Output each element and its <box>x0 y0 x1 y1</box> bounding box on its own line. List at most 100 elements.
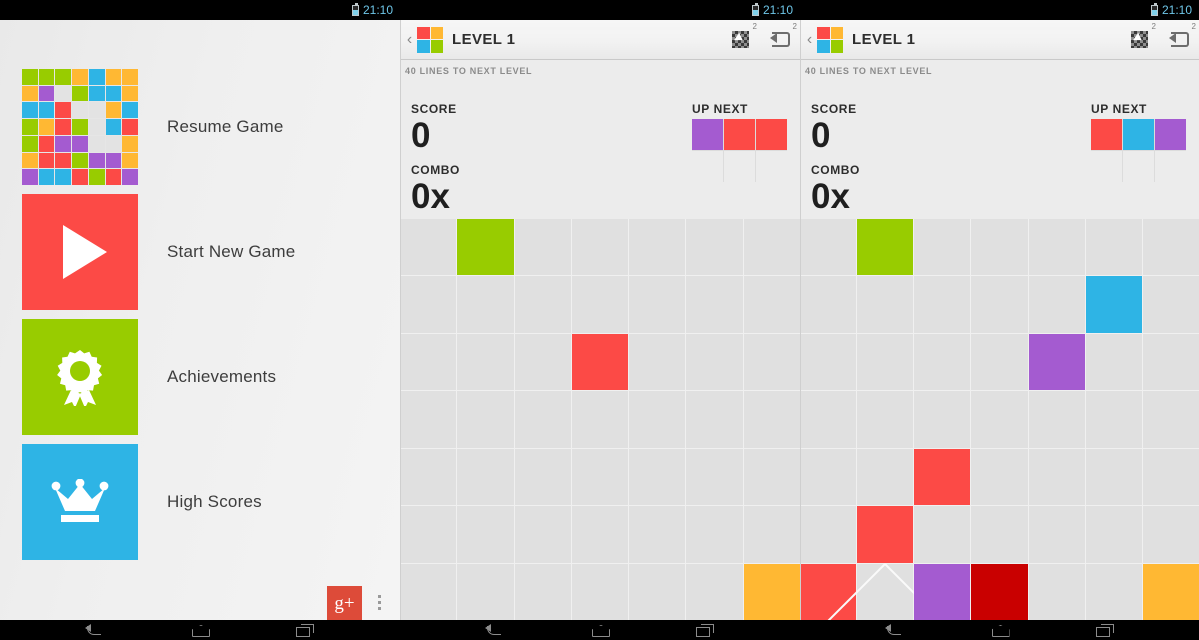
board-cell[interactable] <box>971 333 1028 391</box>
board-cell[interactable] <box>1028 219 1085 276</box>
board-cell[interactable] <box>514 333 571 391</box>
board-cell[interactable] <box>400 448 457 506</box>
board-cell[interactable] <box>514 563 571 620</box>
board-cell[interactable] <box>686 563 743 620</box>
board-cell[interactable] <box>743 219 800 276</box>
achievements-tile[interactable] <box>22 319 138 435</box>
home-icon[interactable] <box>990 623 1010 637</box>
board-cell[interactable] <box>743 333 800 391</box>
board-cell[interactable] <box>914 333 971 391</box>
board-cell[interactable] <box>743 563 800 620</box>
board-cell[interactable] <box>1028 333 1085 391</box>
high-scores-tile[interactable] <box>22 444 138 560</box>
board-cell[interactable] <box>743 448 800 506</box>
board-cell[interactable] <box>571 391 629 448</box>
board-cell[interactable] <box>800 506 857 563</box>
board-cell[interactable] <box>514 506 571 563</box>
back-chevron-icon[interactable]: ‹ <box>803 31 816 48</box>
board-cell[interactable] <box>1142 219 1199 276</box>
board-cell[interactable] <box>686 333 743 391</box>
board-cell[interactable] <box>514 276 571 333</box>
board-cell[interactable] <box>571 563 629 620</box>
back-icon[interactable] <box>884 623 905 637</box>
recents-icon[interactable] <box>295 623 315 637</box>
board-cell[interactable] <box>1028 448 1085 506</box>
board-cell[interactable] <box>914 219 971 276</box>
board-cell[interactable] <box>857 276 914 333</box>
board-cell[interactable] <box>857 391 914 448</box>
board-cell[interactable] <box>857 506 914 563</box>
board-cell[interactable] <box>971 448 1028 506</box>
board-cell[interactable] <box>629 563 686 620</box>
board-cell[interactable] <box>571 276 629 333</box>
board-cell[interactable] <box>1028 563 1085 620</box>
board-cell[interactable] <box>1142 506 1199 563</box>
board-cell[interactable] <box>1085 391 1142 448</box>
board-cell[interactable] <box>1085 333 1142 391</box>
resume-game-tile[interactable] <box>22 69 138 185</box>
board-cell[interactable] <box>743 391 800 448</box>
board-cell[interactable] <box>971 391 1028 448</box>
back-icon[interactable] <box>485 623 505 637</box>
board-cell[interactable] <box>1028 506 1085 563</box>
board-cell[interactable] <box>1085 276 1142 333</box>
board-cell[interactable] <box>629 391 686 448</box>
board-cell[interactable] <box>457 506 514 563</box>
board-cell[interactable] <box>1085 219 1142 276</box>
rotate-button[interactable]: 2 <box>760 20 800 60</box>
board-cell[interactable] <box>1085 506 1142 563</box>
start-new-game-tile[interactable] <box>22 194 138 310</box>
board-cell[interactable] <box>457 276 514 333</box>
board-cell[interactable] <box>1085 563 1142 620</box>
board-cell[interactable] <box>514 219 571 276</box>
home-icon[interactable] <box>190 623 210 637</box>
board-cell[interactable] <box>1028 276 1085 333</box>
board-cell[interactable] <box>971 563 1028 620</box>
board-cell[interactable] <box>400 391 457 448</box>
menu-item-resume-game[interactable]: Resume Game <box>22 65 372 189</box>
game-board[interactable] <box>800 219 1199 620</box>
board-cell[interactable] <box>800 563 857 620</box>
board-cell[interactable] <box>857 219 914 276</box>
board-cell[interactable] <box>1142 276 1199 333</box>
board-cell[interactable] <box>400 333 457 391</box>
board-cell[interactable] <box>686 448 743 506</box>
board-cell[interactable] <box>857 333 914 391</box>
board-cell[interactable] <box>457 448 514 506</box>
board-cell[interactable] <box>800 391 857 448</box>
board-cell[interactable] <box>971 219 1028 276</box>
board-cell[interactable] <box>400 506 457 563</box>
board-cell[interactable] <box>800 333 857 391</box>
board-cell[interactable] <box>743 276 800 333</box>
board-cell[interactable] <box>800 276 857 333</box>
menu-item-achievements[interactable]: Achievements <box>22 315 372 439</box>
overflow-menu-button[interactable] <box>378 595 381 610</box>
board-cell[interactable] <box>400 563 457 620</box>
board-cell[interactable] <box>571 219 629 276</box>
board-cell[interactable] <box>514 448 571 506</box>
board-cell[interactable] <box>914 391 971 448</box>
recents-icon[interactable] <box>1095 623 1115 637</box>
board-cell[interactable] <box>686 506 743 563</box>
board-cell[interactable] <box>629 448 686 506</box>
board-cell[interactable] <box>400 219 457 276</box>
board-cell[interactable] <box>457 563 514 620</box>
board-cell[interactable] <box>743 506 800 563</box>
board-cell-blocked[interactable] <box>857 563 914 620</box>
board-cell[interactable] <box>571 506 629 563</box>
board-cell[interactable] <box>686 219 743 276</box>
board-cell[interactable] <box>857 448 914 506</box>
board-cell[interactable] <box>571 333 629 391</box>
board-cell[interactable] <box>629 219 686 276</box>
google-plus-button[interactable]: g+ <box>327 586 362 620</box>
screenshot-button[interactable]: 2 <box>720 20 760 60</box>
board-cell[interactable] <box>914 506 971 563</box>
board-cell[interactable] <box>1085 448 1142 506</box>
screenshot-button[interactable]: 2 <box>1119 20 1159 60</box>
board-cell[interactable] <box>629 506 686 563</box>
board-cell[interactable] <box>686 276 743 333</box>
home-icon[interactable] <box>590 623 610 637</box>
back-icon[interactable] <box>85 623 105 637</box>
board-cell[interactable] <box>1142 333 1199 391</box>
board-cell[interactable] <box>1142 391 1199 448</box>
